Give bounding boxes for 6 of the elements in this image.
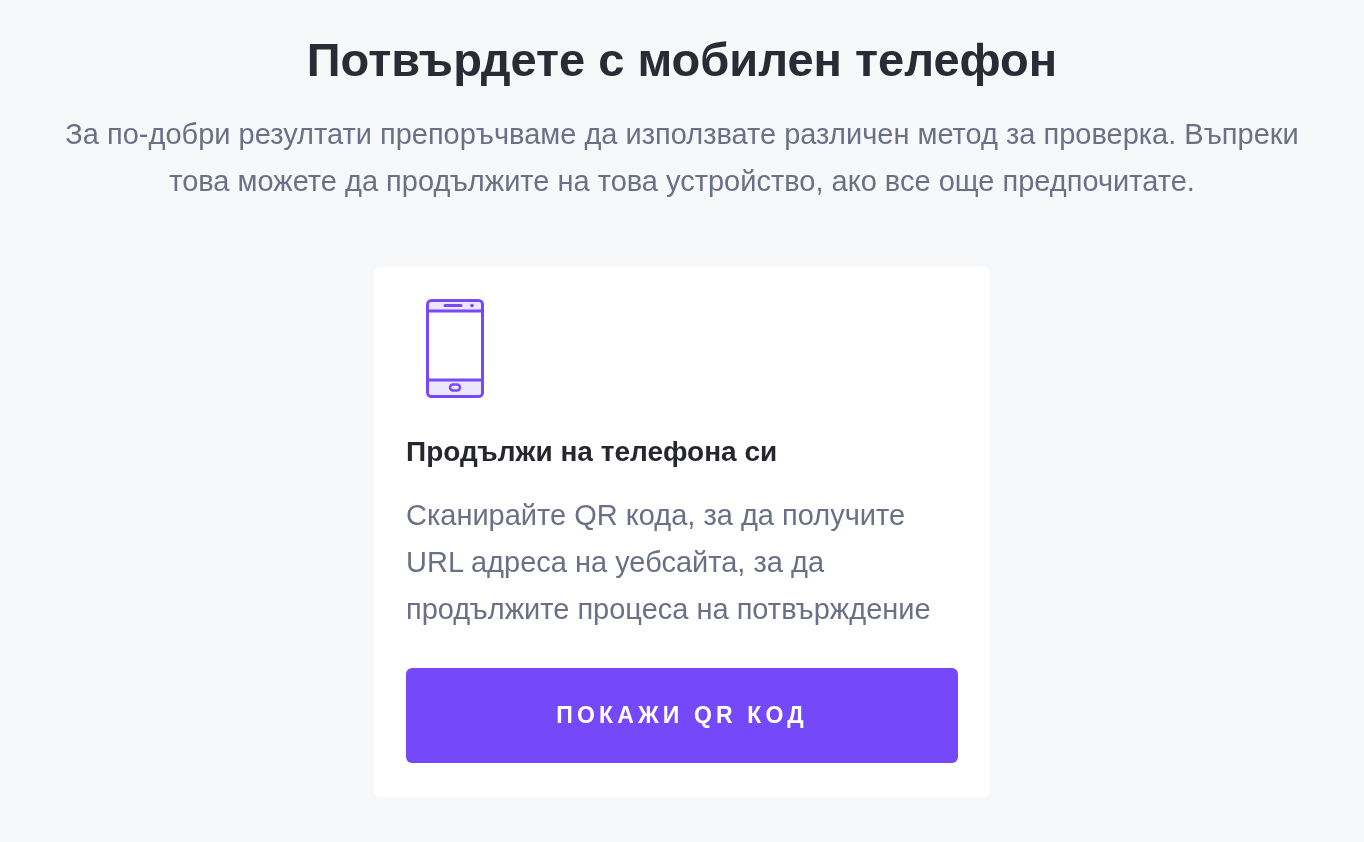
page-subtitle: За по-добри резултати препоръчваме да използвате различен метод за проверка. Въпреки това можете да продължите на това устройство, ако все още предпочитате. bbox=[64, 117, 1300, 199]
page-title: Потвърдете с мобилен телефон bbox=[306, 32, 1058, 88]
card-description: Сканирайте QR кода, за да получите URL адреса на уебсайта, за да продължите процеса на потвърждение bbox=[406, 498, 932, 627]
smartphone-icon bbox=[426, 299, 484, 398]
card-heading: Продължи на телефона си bbox=[406, 435, 779, 469]
show-qr-button[interactable]: ПОКАЖИ QR КОД bbox=[406, 668, 958, 763]
